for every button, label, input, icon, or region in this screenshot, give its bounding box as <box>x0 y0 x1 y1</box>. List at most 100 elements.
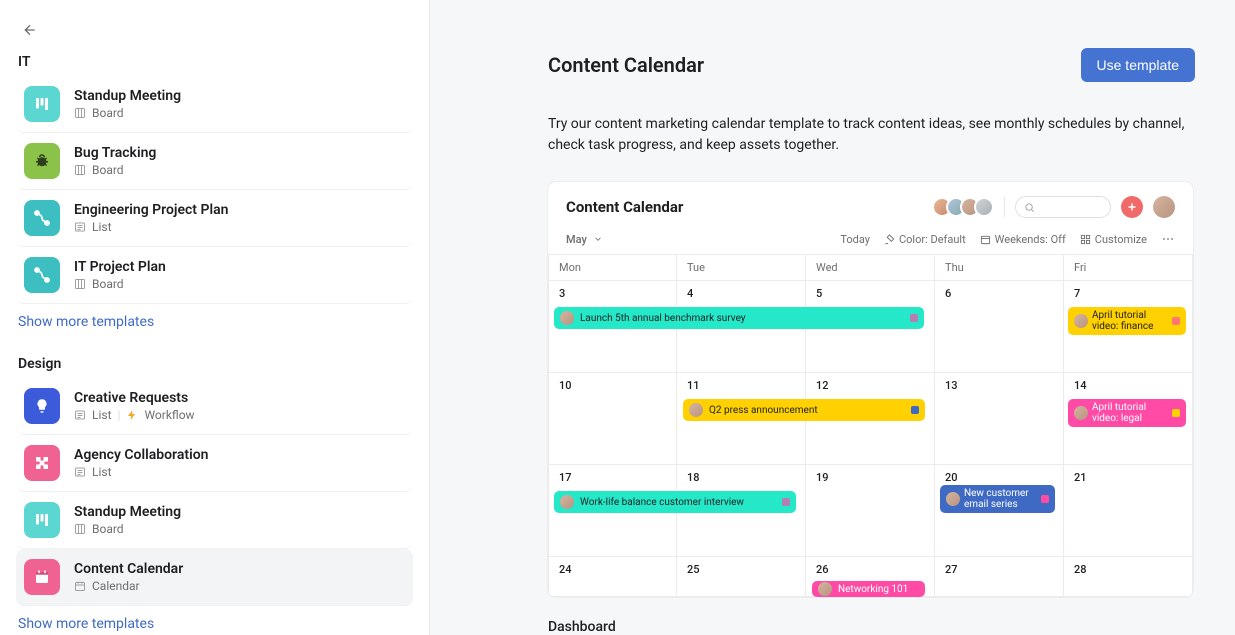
paint-icon <box>884 234 895 245</box>
avatar <box>1074 406 1088 420</box>
template-name: Standup Meeting <box>74 88 181 104</box>
collaborator-avatars[interactable] <box>932 197 994 217</box>
calendar-date: 5 <box>816 287 822 300</box>
more-button[interactable] <box>1161 232 1175 246</box>
plus-icon <box>1126 201 1138 213</box>
page-title: Content Calendar <box>548 53 704 77</box>
show-more-templates-design[interactable]: Show more templates <box>18 616 154 632</box>
weekends-toggle[interactable]: Weekends: Off <box>980 233 1066 246</box>
avatar <box>1074 314 1088 328</box>
lightbulb-icon <box>24 388 60 424</box>
chevron-down-icon <box>593 234 603 244</box>
list-icon <box>74 221 86 233</box>
day-header: Mon <box>548 255 677 280</box>
template-meta-label: Board <box>92 522 124 536</box>
template-meta-label: Board <box>92 277 124 291</box>
template-sidebar: IT Standup Meeting Board Bug Tracking Bo… <box>0 0 430 635</box>
customize-button[interactable]: Customize <box>1080 233 1147 246</box>
calendar-date: 3 <box>559 287 565 300</box>
calendar-date: 25 <box>687 563 700 576</box>
calendar-event[interactable]: April tutorialvideo: finance <box>1068 307 1186 335</box>
template-name: Standup Meeting <box>74 504 181 520</box>
calendar-event[interactable]: April tutorialvideo: legal <box>1068 399 1186 427</box>
puzzle-icon <box>24 445 60 481</box>
avatar <box>689 403 703 417</box>
back-button[interactable] <box>16 16 44 44</box>
calendar-date: 4 <box>687 287 693 300</box>
bug-icon <box>24 143 60 179</box>
calendar-date: 19 <box>816 471 829 484</box>
template-content-calendar[interactable]: Content Calendar Calendar <box>16 549 413 606</box>
calendar-icon <box>980 234 991 245</box>
calendar-date: 11 <box>687 379 700 392</box>
add-button[interactable] <box>1121 196 1143 218</box>
month-selector[interactable]: May <box>566 233 603 246</box>
calendar-date: 26 <box>816 563 829 576</box>
calendar-event[interactable]: Q2 press announcement <box>683 399 925 421</box>
calendar-event[interactable]: Networking 101 <box>812 581 925 597</box>
template-preview: Content Calendar May <box>548 182 1193 597</box>
template-meta-label: List <box>92 408 112 422</box>
template-name: Content Calendar <box>74 561 183 577</box>
template-creative-requests[interactable]: Creative Requests List | Workflow <box>16 378 413 435</box>
more-icon <box>1161 232 1175 246</box>
preview-title: Content Calendar <box>566 198 683 216</box>
calendar-date: 7 <box>1074 287 1080 300</box>
grid-icon <box>1080 234 1091 245</box>
color-dropdown[interactable]: Color: Default <box>884 233 966 246</box>
avatar <box>560 311 574 325</box>
today-button[interactable]: Today <box>840 233 870 246</box>
user-avatar[interactable] <box>1153 196 1175 218</box>
calendar-date: 6 <box>945 287 951 300</box>
avatar <box>946 492 960 506</box>
template-name: IT Project Plan <box>74 259 166 275</box>
calendar-grid: Mon Tue Wed Thu Fri 3 4 5 6 7 Launch 5th… <box>548 254 1193 597</box>
template-standup-meeting-design[interactable]: Standup Meeting Board <box>16 492 413 549</box>
template-bug-tracking[interactable]: Bug Tracking Board <box>16 133 413 190</box>
calendar-date: 12 <box>816 379 829 392</box>
day-header: Wed <box>806 255 935 280</box>
calendar-date: 21 <box>1074 471 1087 484</box>
template-meta-label: Board <box>92 106 124 120</box>
template-description: Try our content marketing calendar templ… <box>548 114 1188 156</box>
calendar-event[interactable]: Launch 5th annual benchmark survey <box>554 307 924 329</box>
template-standup-meeting[interactable]: Standup Meeting Board <box>16 76 413 133</box>
template-meta-label: Workflow <box>144 408 194 422</box>
template-meta-label: List <box>92 220 112 234</box>
calendar-date: 20 <box>945 471 958 484</box>
calendar-event[interactable]: Work-life balance customer interview <box>554 491 796 513</box>
avatar <box>560 495 574 509</box>
template-it-project-plan[interactable]: IT Project Plan Board <box>16 247 413 304</box>
path-icon <box>24 200 60 236</box>
calendar-date: 14 <box>1074 379 1087 392</box>
calendar-icon <box>24 559 60 595</box>
board-icon <box>74 107 86 119</box>
use-template-button[interactable]: Use template <box>1081 48 1195 82</box>
calendar-date: 10 <box>559 379 572 392</box>
board-icon <box>74 278 86 290</box>
path-icon <box>24 257 60 293</box>
avatar <box>974 197 994 217</box>
day-header: Thu <box>935 255 1064 280</box>
search-input[interactable] <box>1015 196 1111 218</box>
list-icon <box>74 466 86 478</box>
calendar-event[interactable]: New customeremail series <box>940 485 1055 513</box>
day-header: Tue <box>677 255 806 280</box>
template-engineering-project-plan[interactable]: Engineering Project Plan List <box>16 190 413 247</box>
list-icon <box>74 409 86 421</box>
day-header: Fri <box>1064 255 1193 280</box>
template-name: Engineering Project Plan <box>74 202 228 218</box>
calendar-date: 24 <box>559 563 572 576</box>
section-dashboard: Dashboard <box>548 619 1195 635</box>
calendar-date: 27 <box>945 563 958 576</box>
template-agency-collaboration[interactable]: Agency Collaboration List <box>16 435 413 492</box>
calendar-date: 17 <box>559 471 572 484</box>
show-more-templates-it[interactable]: Show more templates <box>18 314 154 330</box>
template-meta-label: List <box>92 465 112 479</box>
main-panel: Content Calendar Use template Try our co… <box>430 0 1235 635</box>
template-name: Creative Requests <box>74 390 195 406</box>
section-title-design: Design <box>18 356 413 372</box>
calendar-date: 13 <box>945 379 958 392</box>
calendar-date: 18 <box>687 471 700 484</box>
board-icon <box>74 164 86 176</box>
